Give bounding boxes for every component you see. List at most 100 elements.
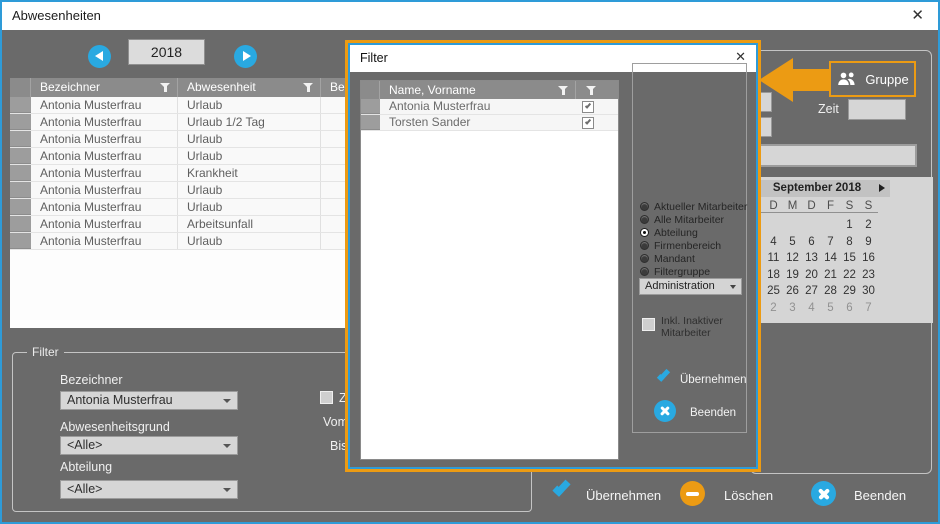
employee-checkbox[interactable] xyxy=(582,101,594,113)
calendar-day[interactable]: 3 xyxy=(783,300,802,317)
row-header-cell[interactable] xyxy=(10,97,31,113)
radio-option[interactable]: Firmenbereich xyxy=(640,239,747,252)
calendar-day-header: S xyxy=(859,200,878,212)
inactive-checkbox[interactable] xyxy=(642,318,655,331)
radio-option[interactable]: Alle Mitarbeiter xyxy=(640,213,747,226)
window-close-icon[interactable]: ✕ xyxy=(911,6,924,24)
calendar-day[interactable]: 25 xyxy=(764,283,783,300)
column-header-checked[interactable] xyxy=(576,81,618,99)
filter-funnel-icon[interactable] xyxy=(558,85,569,95)
column-header-abwesenheit[interactable]: Abwesenheit xyxy=(178,78,321,97)
abteilung-dropdown[interactable]: <Alle> xyxy=(60,480,238,499)
close-x-icon[interactable] xyxy=(654,400,676,422)
row-header-cell[interactable] xyxy=(10,165,31,181)
calendar-day[interactable]: 20 xyxy=(802,267,821,284)
calendar-day[interactable]: 13 xyxy=(802,250,821,267)
calendar-day[interactable]: 19 xyxy=(783,267,802,284)
cell-abwesenheit: Urlaub 1/2 Tag xyxy=(178,114,321,130)
row-header-cell[interactable] xyxy=(361,99,380,114)
row-header-cell[interactable] xyxy=(10,233,31,249)
radio-option[interactable]: Aktueller Mitarbeiter xyxy=(640,200,747,213)
apply-check-icon[interactable] xyxy=(657,368,670,382)
prev-year-button[interactable] xyxy=(88,45,111,68)
filter-groupbox-legend: Filter xyxy=(27,345,64,359)
radio-option[interactable]: Abteilung xyxy=(640,226,747,239)
radio-option[interactable]: Mandant xyxy=(640,252,747,265)
radio-icon xyxy=(640,241,649,250)
check-icon xyxy=(584,102,590,108)
gruppe-button[interactable]: Gruppe xyxy=(829,61,916,97)
calendar-day[interactable]: 26 xyxy=(783,283,802,300)
zeit-input[interactable] xyxy=(848,99,906,120)
calendar-next-month-icon[interactable] xyxy=(879,184,885,192)
calendar-day[interactable]: 28 xyxy=(821,283,840,300)
column-header-name-vorname[interactable]: Name, Vorname xyxy=(380,81,576,99)
calendar-day[interactable]: 30 xyxy=(859,283,878,300)
dialog-apply-button[interactable]: Übernehmen xyxy=(680,374,746,386)
calendar-day[interactable]: 18 xyxy=(764,267,783,284)
calendar-title: September 2018 xyxy=(744,180,890,197)
bezeichner-dropdown[interactable]: Antonia Musterfrau xyxy=(60,391,238,410)
employee-row[interactable]: Torsten Sander xyxy=(361,115,618,131)
next-year-button[interactable] xyxy=(234,45,257,68)
cell-bezeichner: Antonia Musterfrau xyxy=(31,97,178,113)
close-button[interactable]: Beenden xyxy=(854,488,906,503)
bezeichner-label: Bezeichner xyxy=(60,373,123,387)
row-header-corner xyxy=(10,78,31,97)
calendar-day[interactable]: 23 xyxy=(859,267,878,284)
filter-funnel-icon[interactable] xyxy=(586,85,597,95)
window-title: Abwesenheiten xyxy=(12,8,101,23)
department-dropdown[interactable]: Administration xyxy=(639,278,742,295)
employee-row[interactable]: Antonia Musterfrau xyxy=(361,99,618,115)
row-header-cell[interactable] xyxy=(10,182,31,198)
calendar-day[interactable]: 6 xyxy=(840,300,859,317)
calendar-day[interactable]: 14 xyxy=(821,250,840,267)
calendar-day[interactable]: 16 xyxy=(859,250,878,267)
calendar-day[interactable]: 7 xyxy=(821,234,840,251)
calendar-day[interactable]: 5 xyxy=(821,300,840,317)
calendar-day[interactable]: 12 xyxy=(783,250,802,267)
cell-checked xyxy=(576,115,618,130)
calendar-day[interactable]: 21 xyxy=(821,267,840,284)
row-header-cell[interactable] xyxy=(10,199,31,215)
calendar-day[interactable]: 4 xyxy=(802,300,821,317)
cell-name: Torsten Sander xyxy=(380,115,576,130)
apply-check-icon[interactable] xyxy=(552,478,570,497)
calendar-day-header: S xyxy=(840,200,859,212)
delete-minus-icon[interactable] xyxy=(680,481,705,506)
employee-checkbox[interactable] xyxy=(582,117,594,129)
row-header-cell[interactable] xyxy=(10,216,31,232)
radio-option[interactable]: Filtergruppe xyxy=(640,265,747,278)
abwesenheitsgrund-dropdown[interactable]: <Alle> xyxy=(60,436,238,455)
calendar-day[interactable]: 15 xyxy=(840,250,859,267)
delete-button[interactable]: Löschen xyxy=(724,488,773,503)
calendar-day[interactable]: 8 xyxy=(840,234,859,251)
calendar-day[interactable]: 5 xyxy=(783,234,802,251)
calendar-day[interactable]: 29 xyxy=(840,283,859,300)
zeitraum-checkbox[interactable] xyxy=(320,391,333,404)
close-x-icon[interactable] xyxy=(811,481,836,506)
filter-funnel-icon[interactable] xyxy=(160,82,171,92)
filter-funnel-icon[interactable] xyxy=(303,82,314,92)
row-header-cell[interactable] xyxy=(10,114,31,130)
calendar-day[interactable]: 1 xyxy=(840,217,859,234)
calendar-day[interactable]: 7 xyxy=(859,300,878,317)
calendar-day[interactable]: 6 xyxy=(802,234,821,251)
column-header-bezeichner[interactable]: Bezeichner xyxy=(31,78,178,97)
cell-bezeichner: Antonia Musterfrau xyxy=(31,216,178,232)
comment-input[interactable] xyxy=(754,144,917,167)
row-header-cell[interactable] xyxy=(10,131,31,147)
dialog-close-button[interactable]: Beenden xyxy=(690,407,736,419)
calendar-day[interactable]: 2 xyxy=(859,217,878,234)
calendar-day[interactable]: 4 xyxy=(764,234,783,251)
apply-button[interactable]: Übernehmen xyxy=(586,488,661,503)
row-header-cell[interactable] xyxy=(361,115,380,130)
year-button[interactable]: 2018 xyxy=(128,39,205,65)
calendar-day[interactable]: 2 xyxy=(764,300,783,317)
dialog-right-panel: Aktueller MitarbeiterAlle MitarbeiterAbt… xyxy=(632,63,747,433)
calendar-day[interactable]: 22 xyxy=(840,267,859,284)
row-header-cell[interactable] xyxy=(10,148,31,164)
calendar-day[interactable]: 9 xyxy=(859,234,878,251)
calendar-day[interactable]: 11 xyxy=(764,250,783,267)
calendar-day[interactable]: 27 xyxy=(802,283,821,300)
